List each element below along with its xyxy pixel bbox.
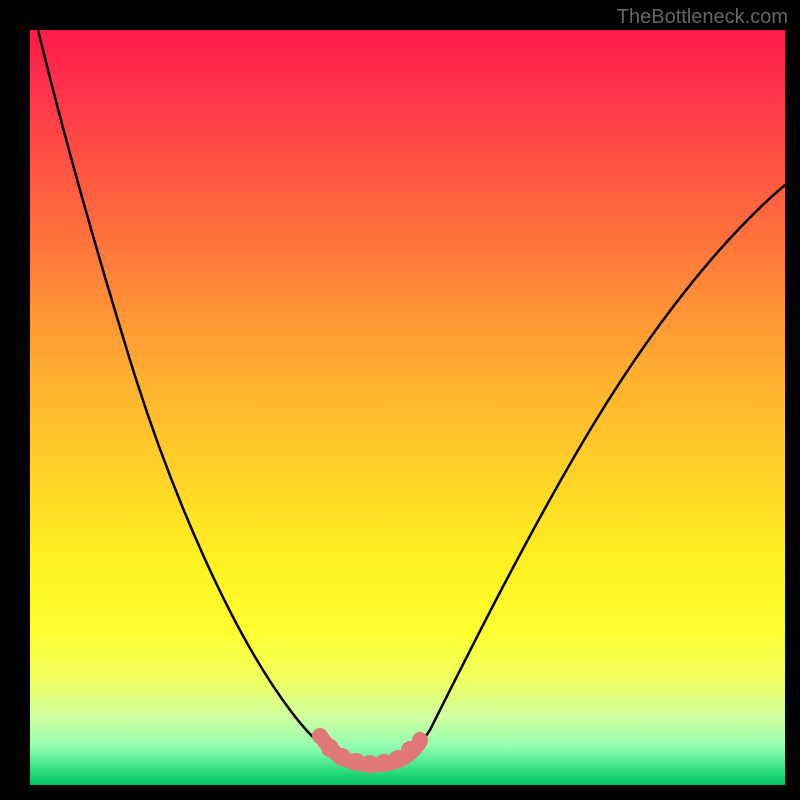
chart-plot-area xyxy=(30,30,785,785)
optimal-zone-markers xyxy=(312,728,428,773)
bottleneck-curve-line xyxy=(38,30,785,764)
chart-svg xyxy=(30,30,785,785)
watermark-text: TheBottleneck.com xyxy=(617,6,788,29)
